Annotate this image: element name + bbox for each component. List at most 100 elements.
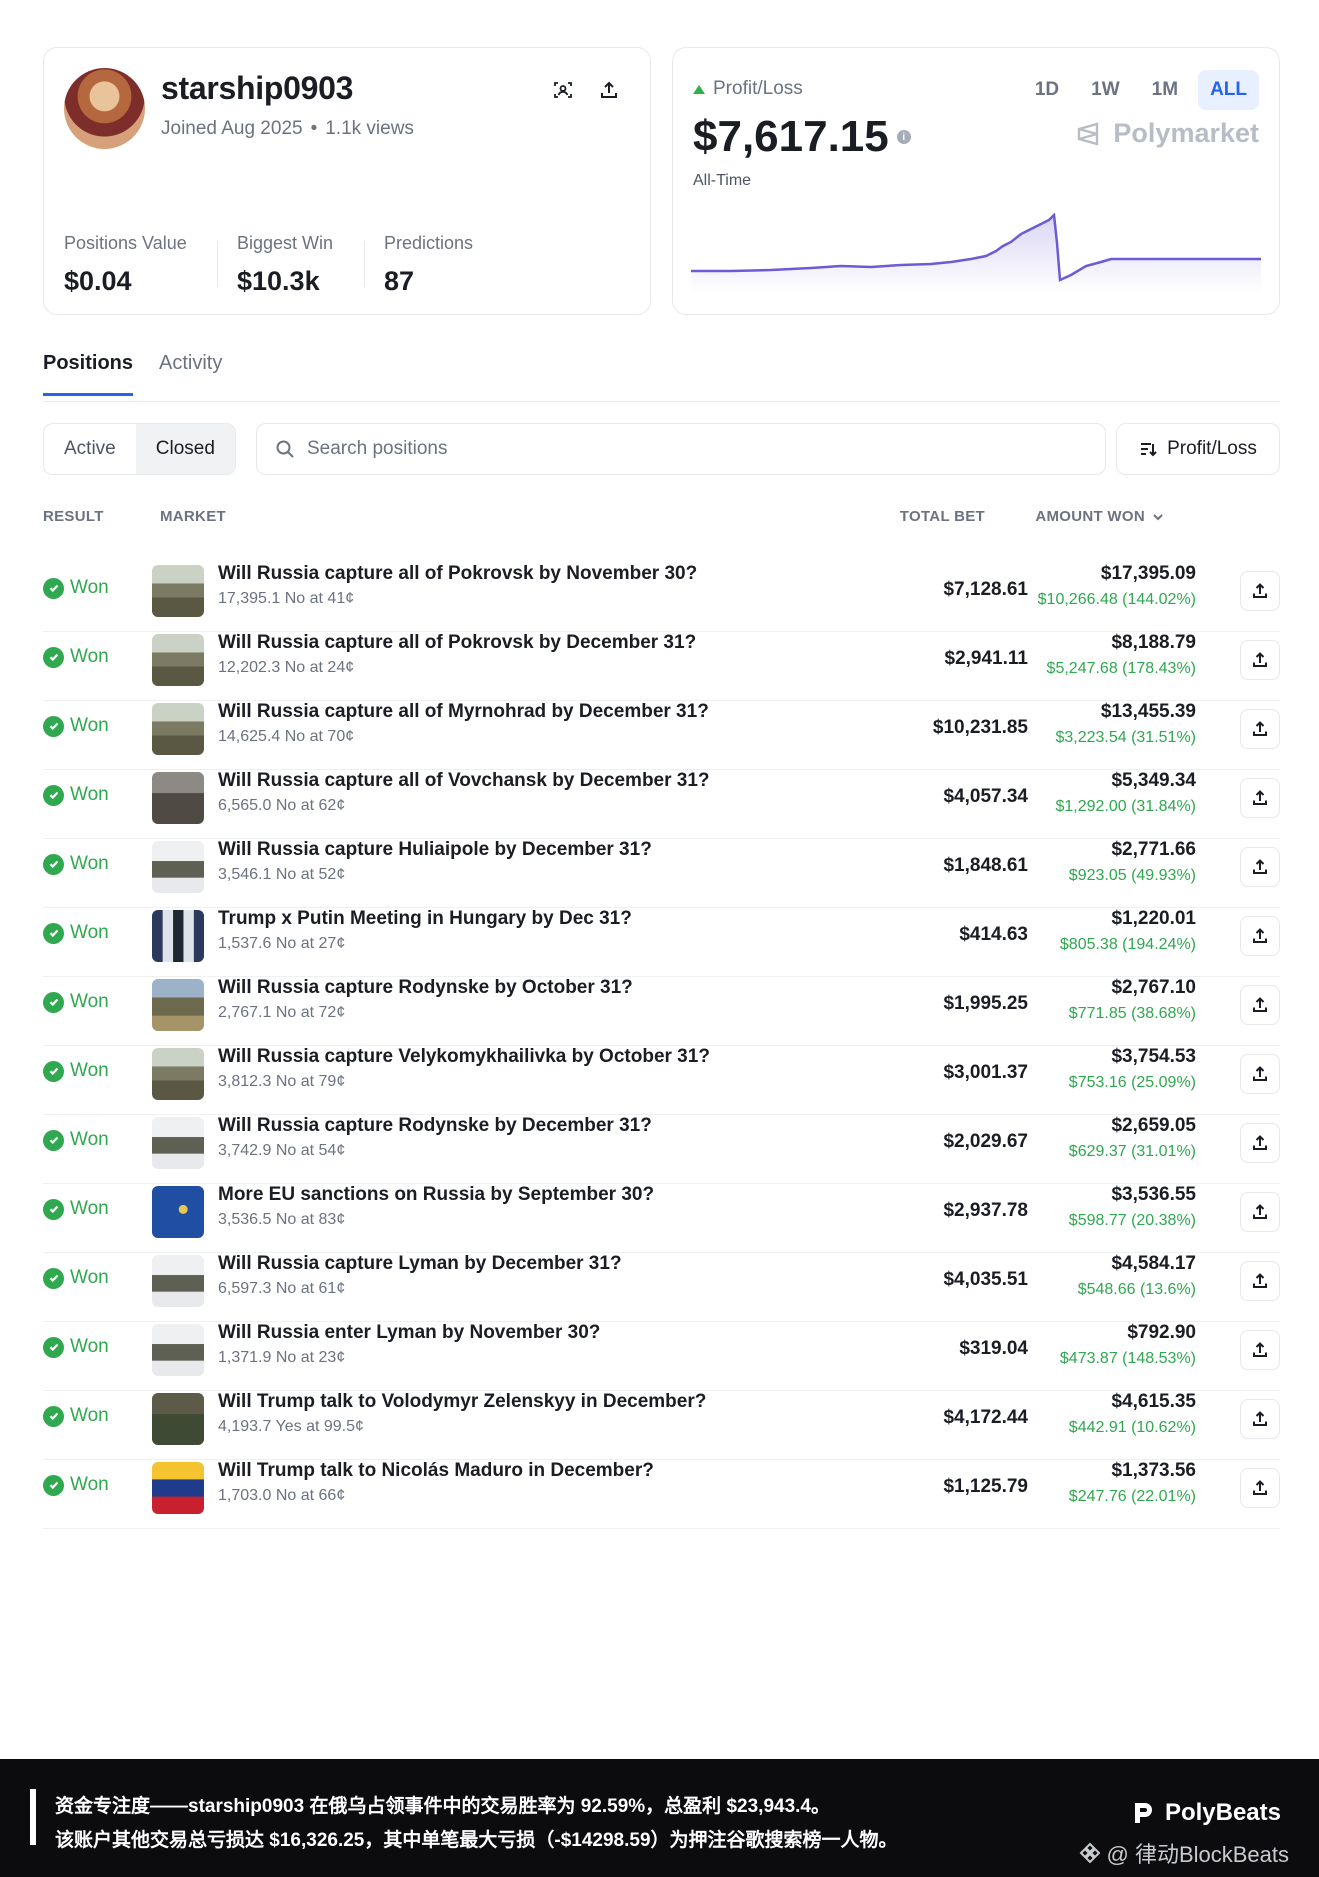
share-icon [1253,790,1267,805]
result-cell: Won [43,715,109,737]
result-cell: Won [43,784,109,806]
result-cell: Won [43,1198,109,1220]
market-title[interactable]: Will Russia capture Velykomykhailivka by… [218,1046,710,1068]
share-button[interactable] [1240,1330,1280,1370]
polymarket-logo-icon [1078,121,1099,146]
profit-gain: $629.37 (31.01%) [1068,1143,1196,1160]
result-label: Won [70,1474,109,1495]
header-result[interactable]: RESULT [43,508,104,525]
result-cell: Won [43,991,109,1013]
total-bet: $319.04 [959,1338,1028,1359]
share-button[interactable] [1240,1192,1280,1232]
market-title[interactable]: Trump x Putin Meeting in Hungary by Dec … [218,908,632,930]
range-tab-1w[interactable]: 1W [1079,70,1132,110]
market-title[interactable]: Will Russia capture Lyman by December 31… [218,1253,622,1275]
profit-gain: $923.05 (49.93%) [1068,867,1196,884]
market-title[interactable]: Will Russia capture Rodynske by October … [218,977,633,999]
share-icon [1253,1204,1267,1219]
share-button[interactable] [1240,1399,1280,1439]
share-button[interactable] [1240,916,1280,956]
total-bet: $4,172.44 [943,1407,1028,1428]
stat-biggest-win: Biggest Win $10.3k [237,233,333,297]
market-title[interactable]: Will Russia capture all of Vovchansk by … [218,770,710,792]
market-thumbnail[interactable] [152,1462,204,1514]
amount-won: $2,767.10 [1111,977,1196,998]
result-label: Won [70,577,109,598]
result-cell: Won [43,1336,109,1358]
share-button[interactable] [1240,640,1280,680]
market-thumbnail[interactable] [152,1324,204,1376]
share-button[interactable] [1240,778,1280,818]
table-row[interactable]: Won Will Trump talk to Nicolás Maduro in … [43,1447,1280,1529]
check-circle-icon [43,1198,64,1220]
market-position: 3,546.1 No at 52¢ [218,866,346,883]
market-thumbnail[interactable] [152,1393,204,1445]
market-thumbnail[interactable] [152,772,204,824]
header-amount-won[interactable]: AMOUNT WON [1035,508,1165,525]
market-title[interactable]: Will Russia enter Lyman by November 30? [218,1322,600,1344]
tab-positions[interactable]: Positions [43,352,134,396]
market-thumbnail[interactable] [152,979,204,1031]
market-title[interactable]: Will Trump talk to Nicolás Maduro in Dec… [218,1460,654,1482]
share-button[interactable] [1240,571,1280,611]
market-thumbnail[interactable] [152,1255,204,1307]
range-tab-1m[interactable]: 1M [1140,70,1190,110]
profile-page: starship0903 Joined Aug 2025 • 1.1k views … [0,0,1319,1877]
avatar[interactable] [64,68,145,149]
scan-icon[interactable] [548,75,578,105]
sort-button[interactable]: Profit/Loss [1116,423,1280,475]
result-label: Won [70,784,109,805]
market-position: 3,742.9 No at 54¢ [218,1142,346,1159]
market-title[interactable]: Will Russia capture all of Myrnohrad by … [218,701,709,723]
share-button[interactable] [1240,1261,1280,1301]
filter-active[interactable]: Active [44,424,136,474]
stat-value: 87 [384,266,415,296]
info-icon[interactable]: i [896,130,911,144]
share-button[interactable] [1240,709,1280,749]
tab-activity[interactable]: Activity [159,352,222,396]
market-title[interactable]: Will Russia capture Rodynske by December… [218,1115,652,1137]
market-title[interactable]: Will Russia capture all of Pokrovsk by N… [218,563,697,585]
share-button[interactable] [1240,1123,1280,1163]
share-button[interactable] [1240,1468,1280,1508]
market-thumbnail[interactable] [152,1117,204,1169]
polymarket-brand: Polymarket [1075,118,1259,149]
result-cell: Won [43,577,109,599]
header-total-bet[interactable]: TOTAL BET [900,508,985,525]
result-cell: Won [43,1060,109,1082]
share-button[interactable] [1240,1054,1280,1094]
profit-gain: $598.77 (20.38%) [1068,1212,1196,1229]
filter-closed[interactable]: Closed [135,424,235,474]
search-input[interactable]: Search positions [256,423,1106,475]
share-button[interactable] [1240,847,1280,887]
amount-won: $1,373.56 [1111,1460,1196,1481]
market-title[interactable]: Will Russia capture all of Pokrovsk by D… [218,632,696,654]
market-thumbnail[interactable] [152,634,204,686]
market-thumbnail[interactable] [152,1186,204,1238]
header-market[interactable]: MARKET [160,508,226,525]
market-title[interactable]: Will Russia capture Huliaipole by Decemb… [218,839,652,861]
market-thumbnail[interactable] [152,565,204,617]
share-button[interactable] [1240,985,1280,1025]
market-title[interactable]: More EU sanctions on Russia by September… [218,1184,654,1206]
polybeats-logo-icon [1134,1803,1152,1823]
range-tab-all[interactable]: ALL [1198,70,1259,110]
range-tab-1d[interactable]: 1D [1023,70,1071,110]
joined-date: Joined Aug 2025 [161,118,303,139]
market-thumbnail[interactable] [152,841,204,893]
market-thumbnail[interactable] [152,703,204,755]
market-thumbnail[interactable] [152,1048,204,1100]
share-icon [1253,583,1267,598]
check-circle-icon [43,1267,64,1289]
result-label: Won [70,1267,109,1288]
market-thumbnail[interactable] [152,910,204,962]
market-title[interactable]: Will Trump talk to Volodymyr Zelenskyy i… [218,1391,706,1413]
divider [217,241,218,287]
market-position: 1,537.6 No at 27¢ [218,935,346,952]
share-icon[interactable] [594,75,624,105]
banner-accent-bar [30,1789,36,1845]
market-position: 6,597.3 No at 61¢ [218,1280,346,1297]
amount-won: $3,754.53 [1111,1046,1196,1067]
check-circle-icon [43,1405,64,1427]
amount-won: $4,615.35 [1111,1391,1196,1412]
